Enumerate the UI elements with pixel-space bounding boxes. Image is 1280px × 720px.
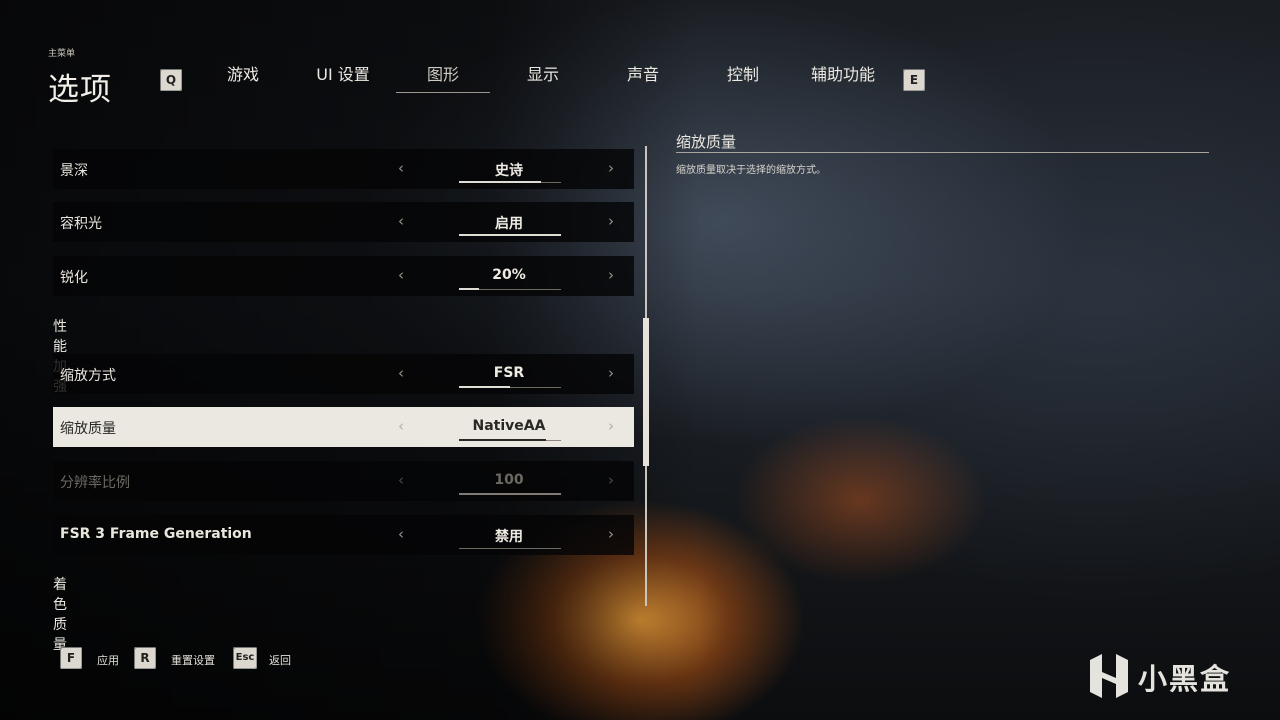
page-title: 选项 [48,72,112,108]
tab-controls[interactable]: 控制 [696,64,790,92]
setting-fill [459,181,541,183]
tab-graphics[interactable]: 图形 [396,64,490,93]
chevron-right-icon[interactable]: › [608,525,614,543]
setting-fill [459,234,561,236]
setting-label: 景深 [60,163,88,179]
setting-row-resolution-scale: 分辨率比例 ‹ 100 › [53,461,634,501]
prev-tab-key[interactable]: Q [160,69,182,91]
setting-value: 禁用 [495,529,523,545]
watermark-text: 小黑盒 [1138,662,1232,696]
setting-label: 锐化 [60,270,88,286]
chevron-left-icon: ‹ [398,471,404,489]
tab-game[interactable]: 游戏 [196,64,290,92]
tab-sound[interactable]: 声音 [596,64,690,92]
scrollbar-thumb[interactable] [643,318,649,466]
chevron-left-icon[interactable]: ‹ [398,364,404,382]
setting-fill [459,493,561,495]
tab-accessibility[interactable]: 辅助功能 [796,64,890,92]
setting-track [459,548,561,549]
setting-value: FSR [493,365,525,381]
chevron-right-icon[interactable]: › [608,212,614,230]
apply-label: 应用 [97,654,119,667]
setting-row-depth-of-field[interactable]: 景深 ‹ 史诗 › [53,149,634,189]
setting-value: 史诗 [495,163,523,179]
chevron-left-icon[interactable]: ‹ [398,417,404,435]
chevron-right-icon[interactable]: › [608,364,614,382]
setting-label: 缩放质量 [60,421,116,437]
setting-value: 100 [494,472,524,488]
apply-key: F [60,647,82,669]
chevron-left-icon[interactable]: ‹ [398,212,404,230]
heybox-logo-icon [1090,654,1128,698]
chevron-right-icon[interactable]: › [608,417,614,435]
setting-label: 容积光 [60,216,102,232]
chevron-left-icon[interactable]: ‹ [398,525,404,543]
back-label: 返回 [269,654,291,667]
reset-key: R [134,647,156,669]
tab-ui-settings[interactable]: UI 设置 [296,64,390,92]
setting-row-volumetric-light[interactable]: 容积光 ‹ 启用 › [53,202,634,242]
setting-row-sharpen[interactable]: 锐化 ‹ 20% › [53,256,634,296]
chevron-right-icon[interactable]: › [608,159,614,177]
setting-fill [459,439,546,441]
chevron-right-icon[interactable]: › [608,266,614,284]
setting-fill [459,288,479,290]
reset-label: 重置设置 [171,654,215,667]
watermark-logo: 小黑盒 [1086,652,1229,700]
setting-row-frame-generation[interactable]: FSR 3 Frame Generation ‹ 禁用 › [53,515,634,555]
description-text: 缩放质量取决于选择的缩放方式。 [676,165,826,176]
setting-value: NativeAA [472,418,546,434]
setting-label: FSR 3 Frame Generation [60,526,252,542]
setting-value: 20% [492,267,526,283]
chevron-left-icon[interactable]: ‹ [398,159,404,177]
section-shading-quality: 着色质量 [53,577,67,653]
tab-display[interactable]: 显示 [496,64,590,92]
next-tab-key[interactable]: E [903,69,925,91]
setting-row-upscale-method[interactable]: 缩放方式 ‹ FSR › [53,354,634,394]
description-title: 缩放质量 [676,133,737,151]
setting-row-upscale-quality[interactable]: 缩放质量 ‹ NativeAA › [53,407,634,447]
setting-label: 分辨率比例 [60,475,130,491]
description-divider [676,152,1209,153]
back-key: Esc [233,647,257,669]
chevron-right-icon: › [608,471,614,489]
setting-label: 缩放方式 [60,368,116,384]
chevron-left-icon[interactable]: ‹ [398,266,404,284]
setting-fill [459,386,510,388]
setting-value: 启用 [495,216,523,232]
breadcrumb: 主菜单 [48,49,76,59]
